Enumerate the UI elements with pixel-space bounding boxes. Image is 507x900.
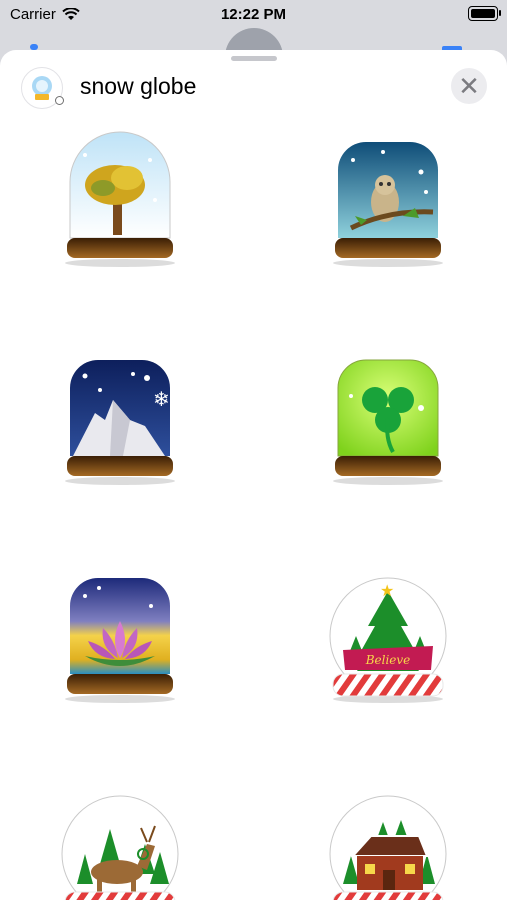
sticker-owl[interactable] [323, 130, 453, 280]
gingerbread-house-globe-image [329, 795, 447, 900]
sticker-lotus[interactable] [55, 566, 185, 716]
believe-banner-text: Believe [365, 653, 411, 667]
app-icon [21, 67, 67, 109]
sticker-gingerbread-house[interactable] [323, 784, 453, 900]
tree-globe-image [65, 131, 175, 267]
sticker-shamrock[interactable] [323, 348, 453, 498]
svg-text:★: ★ [380, 581, 394, 600]
reindeer-globe-image [61, 795, 179, 900]
lotus-globe-image [65, 578, 175, 703]
close-icon: ✕ [458, 71, 480, 101]
battery-icon [468, 6, 501, 21]
sticker-tree[interactable] [55, 130, 185, 280]
close-button[interactable]: ✕ [451, 68, 487, 104]
app-icon-badge [55, 96, 64, 105]
owl-globe-image [333, 142, 443, 267]
sticker-mountain[interactable]: ❄ [55, 348, 185, 498]
clock: 12:22 PM [220, 6, 287, 23]
sticker-christmas-tree[interactable]: ★ Believe [323, 566, 453, 716]
status-bar: Carrier 12:22 PM [0, 0, 507, 30]
sticker-sheet: snow globe ✕ ❄ ★ Believe [0, 50, 507, 900]
sheet-grabber[interactable] [231, 56, 277, 61]
svg-text:❄: ❄ [153, 387, 170, 411]
mountain-globe-image: ❄ [65, 360, 175, 485]
shamrock-globe-image [333, 359, 443, 485]
christmas-tree-globe-image: ★ Believe [329, 577, 447, 703]
sheet-title: snow globe [80, 73, 197, 99]
sticker-reindeer[interactable] [55, 784, 185, 900]
